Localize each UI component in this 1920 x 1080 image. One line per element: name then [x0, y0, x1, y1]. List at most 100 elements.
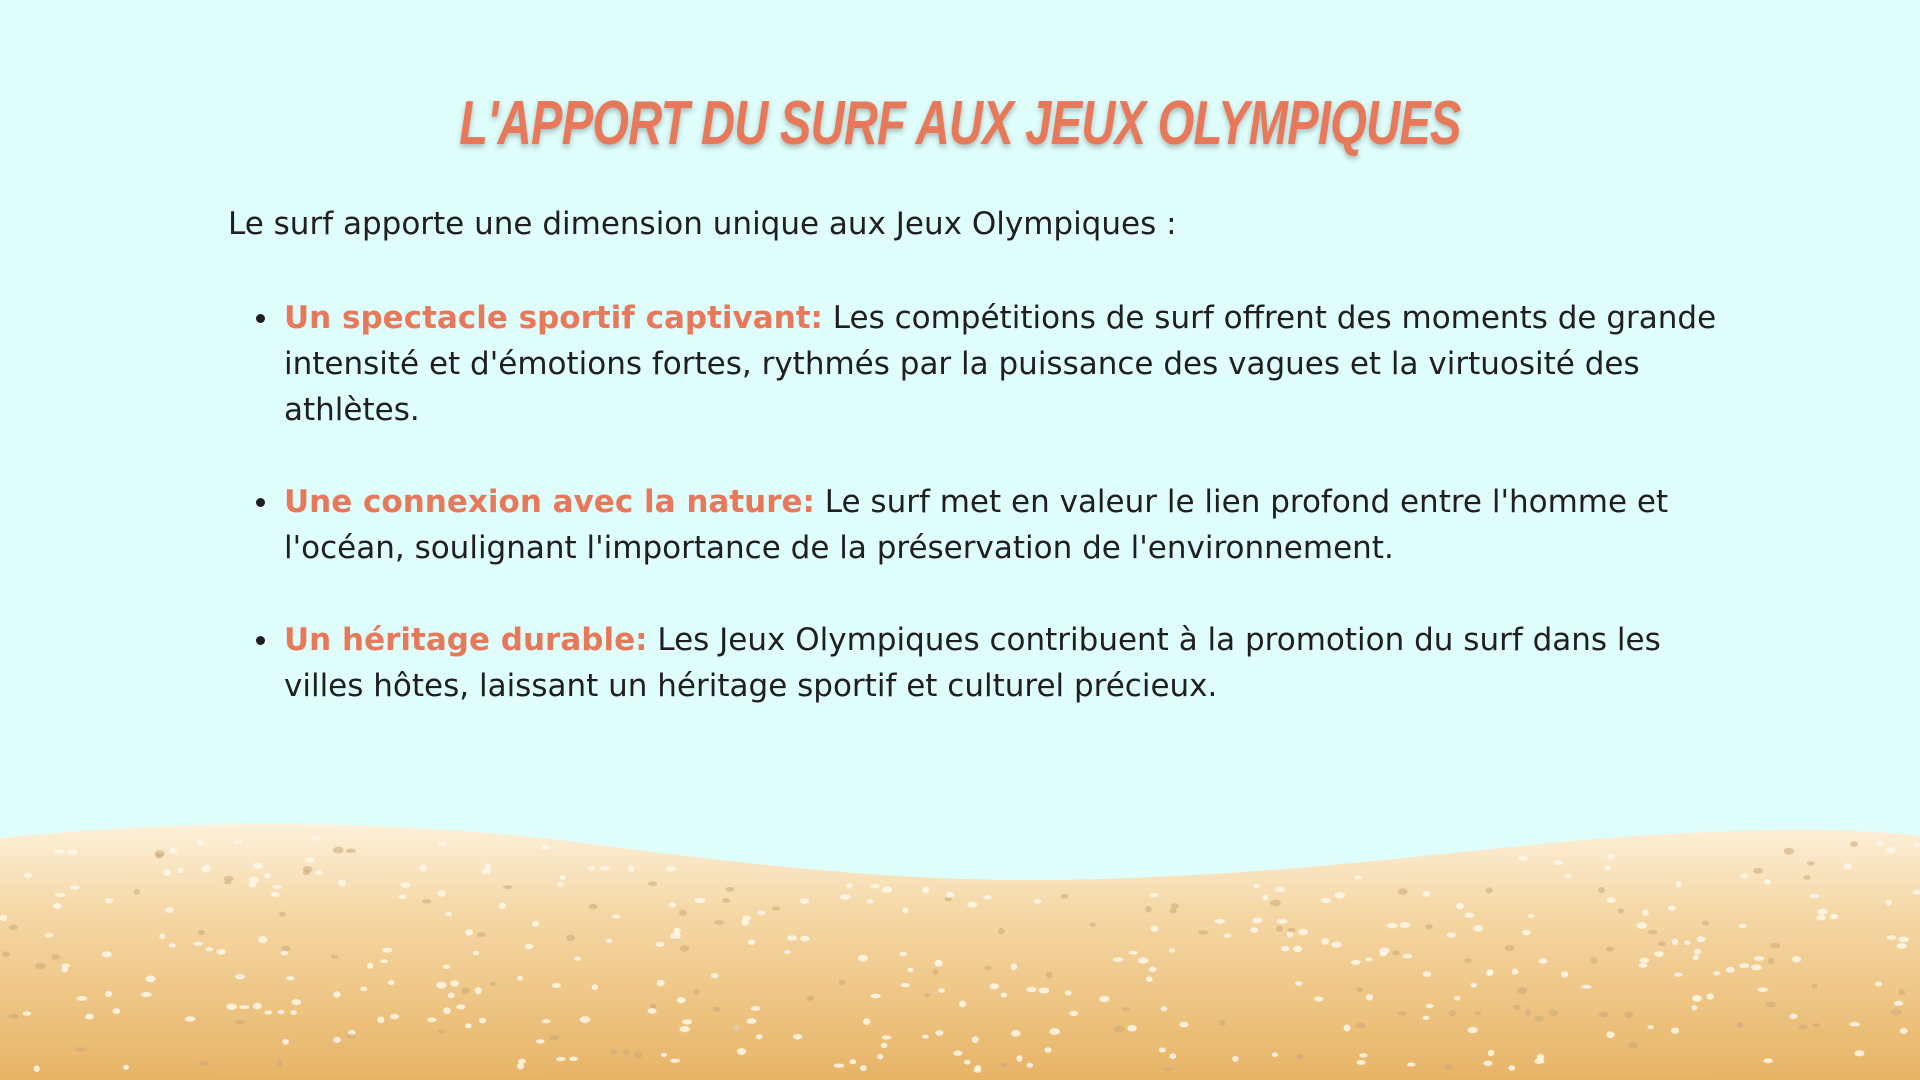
sand-speckle: [1691, 1005, 1698, 1011]
sand-speckle: [1232, 1055, 1239, 1062]
sand-speckle: [755, 1034, 763, 1040]
sand-speckle: [1816, 914, 1826, 921]
sand-speckle: [290, 1010, 298, 1015]
sand-speckle: [346, 1033, 356, 1039]
sand-speckle: [784, 950, 791, 954]
sand-speckle: [333, 1036, 341, 1043]
sand-speckle: [503, 885, 513, 890]
sand-speckle: [1638, 963, 1648, 968]
sand-speckle: [1671, 938, 1679, 945]
sand-speckle: [498, 902, 506, 910]
sand-speckle: [438, 841, 448, 846]
sand-speckle: [549, 1034, 560, 1041]
sand-speckle: [1854, 1050, 1865, 1057]
sand-speckle: [273, 884, 282, 890]
sand-speckle: [450, 980, 459, 987]
sand-speckle: [935, 1030, 944, 1036]
sand-speckle: [101, 951, 112, 958]
sand-speckle: [750, 1006, 761, 1011]
sand-speckle: [1769, 942, 1781, 949]
sand-speckle: [163, 869, 172, 876]
sand-speckle: [1198, 930, 1209, 935]
sand-speckle: [670, 932, 681, 940]
sand-speckle: [1636, 922, 1648, 929]
sand-speckle: [387, 980, 395, 986]
sand-speckle: [276, 1060, 283, 1067]
sand-speckle: [66, 849, 78, 855]
sand-speckle: [1179, 1021, 1189, 1028]
sand-speckle: [1321, 937, 1329, 945]
sand-speckle: [8, 924, 18, 931]
sand-speckle: [1448, 1010, 1457, 1017]
sand-speckle: [1534, 1015, 1544, 1022]
sand-speckle: [1590, 957, 1598, 964]
sand-speckle: [1250, 927, 1259, 933]
sand-speckle: [1671, 1027, 1680, 1034]
sand-speckle: [1464, 958, 1473, 963]
sand-speckle: [1713, 971, 1720, 976]
sand-speckle: [800, 898, 809, 905]
sand-speckle: [226, 1003, 237, 1010]
sand-speckle: [377, 1016, 385, 1024]
slide: L'APPORT DU SURF AUX JEUX OLYMPIQUES Le …: [0, 0, 1920, 1080]
sand-speckle: [921, 1034, 929, 1039]
sand-speckle: [838, 979, 846, 986]
sand-speckle: [555, 1056, 566, 1062]
sand-speckle: [1527, 914, 1535, 919]
sand-speckle: [902, 907, 909, 914]
sand-speckle: [1033, 899, 1042, 904]
sand-speckle: [1606, 1031, 1615, 1038]
sand-speckle: [330, 954, 339, 959]
sand-speckle: [1753, 867, 1763, 874]
sand-speckle: [1803, 875, 1811, 880]
sand-speckle: [165, 907, 174, 914]
sand-speckle: [239, 1005, 250, 1010]
sand-speckle: [44, 933, 54, 938]
sand-speckle: [711, 973, 719, 979]
sand-speckle: [591, 984, 598, 991]
sand-speckle: [945, 891, 955, 898]
sand-speckle: [305, 857, 315, 863]
sand-speckle: [1812, 1023, 1821, 1028]
sand-speckle: [1789, 1013, 1798, 1020]
sand-speckle: [1444, 1063, 1453, 1071]
sand-speckle: [1893, 1000, 1904, 1006]
sand-speckle: [900, 983, 910, 988]
sand-speckle: [517, 1058, 527, 1064]
sand-speckle: [532, 920, 540, 927]
sand-speckle: [732, 1025, 740, 1033]
sand-speckle: [1113, 957, 1124, 962]
sand-speckle: [104, 897, 114, 904]
bullet-dot-icon: [256, 636, 265, 645]
sand-speckle: [1281, 945, 1290, 952]
sand-speckle: [1706, 993, 1715, 1000]
sand-speckle: [461, 987, 470, 995]
sand-speckle: [1564, 873, 1572, 878]
sand-speckle: [1397, 888, 1408, 895]
sand-speckle: [1379, 951, 1388, 957]
sand-speckle: [1890, 1009, 1902, 1016]
sand-speckle: [1783, 847, 1794, 855]
sand-speckle: [184, 1016, 196, 1022]
sand-speckle: [1757, 987, 1769, 992]
sand-speckle: [145, 975, 156, 983]
sand-speckle: [258, 936, 268, 943]
sand-speckle: [1121, 1007, 1131, 1012]
sand-speckle: [1354, 875, 1362, 880]
sand-speckle: [1150, 925, 1159, 932]
sand-speckle: [1653, 951, 1664, 957]
sand-speckle: [1060, 893, 1069, 899]
sand-speckle: [437, 1029, 445, 1034]
sand-speckle: [443, 1007, 451, 1015]
sand-speckle: [1331, 941, 1342, 948]
sand-speckle: [1000, 1062, 1009, 1068]
sand-speckle: [1513, 1004, 1521, 1011]
sand-speckle: [1158, 1047, 1166, 1053]
sand-speckle: [569, 1056, 579, 1061]
sand-speckle: [541, 1019, 551, 1024]
sand-speckle: [524, 944, 534, 950]
sand-speckle: [1321, 897, 1331, 904]
bullet-item: Une connexion avec la nature: Le surf me…: [230, 479, 1750, 571]
sand-speckle: [345, 848, 357, 853]
sand-speckle: [1525, 1009, 1532, 1016]
